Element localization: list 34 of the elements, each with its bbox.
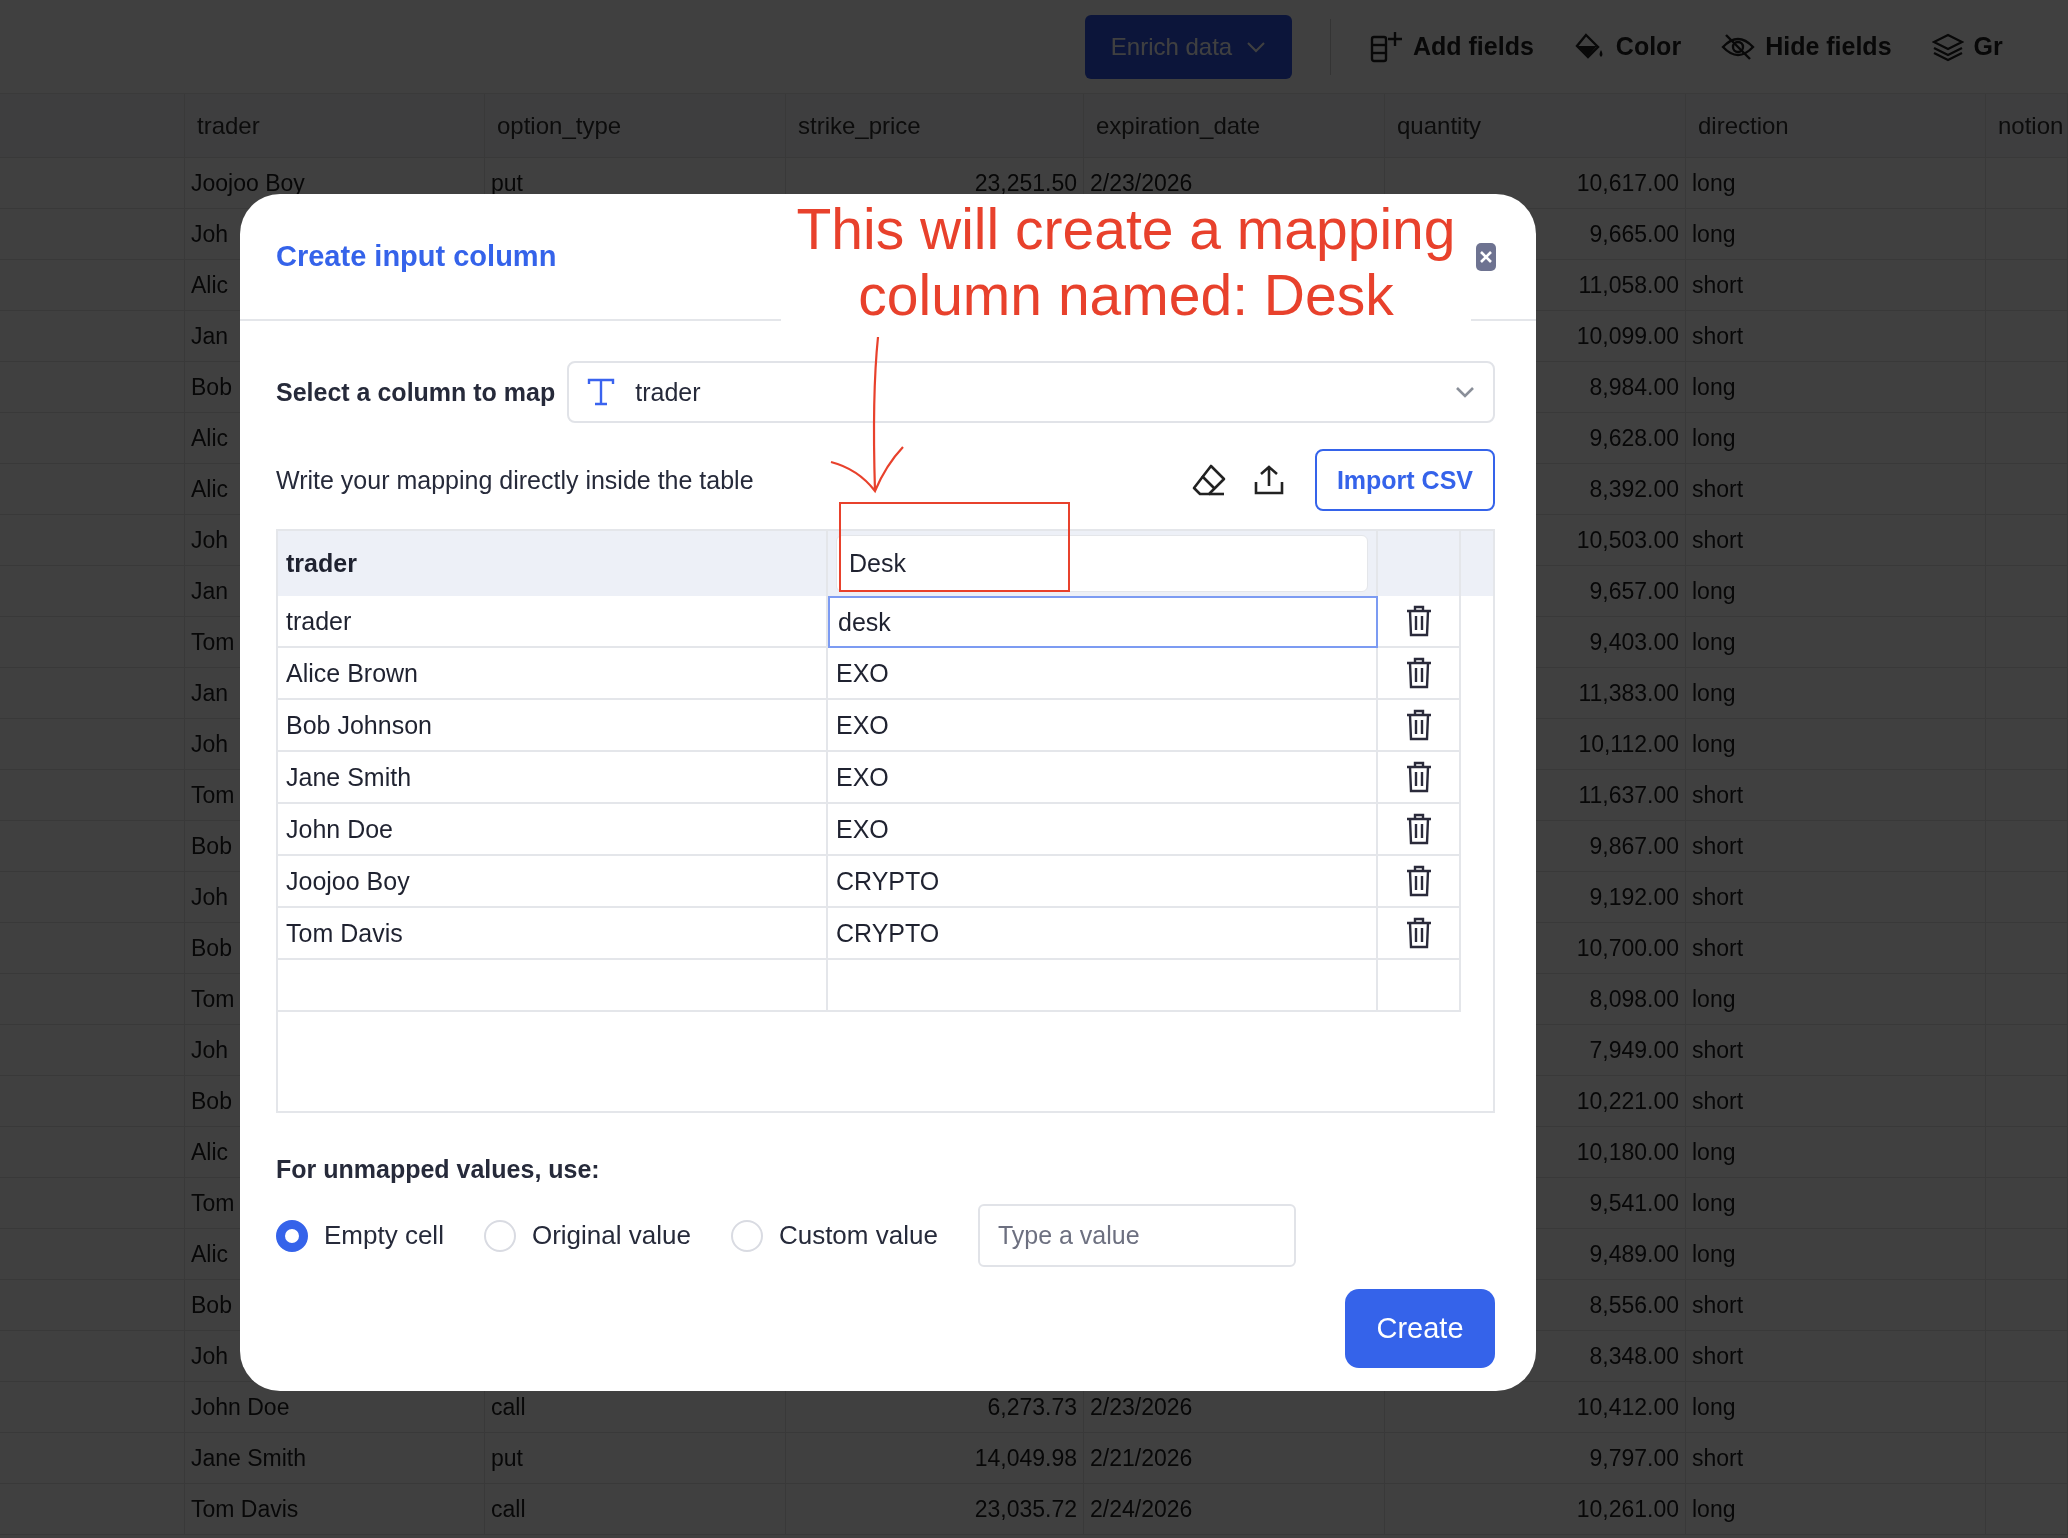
table-cell: Joojoo Boy: [278, 856, 828, 908]
mapping-cell[interactable]: CRYPTO: [828, 908, 1378, 960]
table-cell: Jane Smith: [278, 752, 828, 804]
mapping-cell[interactable]: EXO: [828, 752, 1378, 804]
eraser-icon[interactable]: [1190, 463, 1227, 497]
custom-value-field[interactable]: Type a value: [977, 1204, 1296, 1267]
table-cell: trader: [278, 596, 828, 648]
chevron-down-icon: [1455, 386, 1475, 398]
column-select[interactable]: trader: [567, 361, 1495, 423]
mapping-cell[interactable]: desk: [828, 596, 1378, 648]
table-cell: Bob Johnson: [278, 700, 828, 752]
upload-icon[interactable]: [1252, 464, 1285, 496]
table-cell: Tom Davis: [278, 908, 828, 960]
create-button[interactable]: Create: [1345, 1289, 1495, 1368]
trash-icon[interactable]: [1405, 605, 1432, 637]
mapping-cell[interactable]: CRYPTO: [828, 856, 1378, 908]
trash-icon[interactable]: [1405, 813, 1432, 845]
column-header: trader: [278, 531, 828, 596]
table-cell: John Doe: [278, 804, 828, 856]
mapping-cell[interactable]: EXO: [828, 648, 1378, 700]
table-cell: Alice Brown: [278, 648, 828, 700]
trash-icon[interactable]: [1405, 709, 1432, 741]
trash-icon[interactable]: [1405, 917, 1432, 949]
mapping-cell[interactable]: EXO: [828, 804, 1378, 856]
trash-icon[interactable]: [1405, 657, 1432, 689]
radio-option[interactable]: Custom value: [730, 1219, 938, 1252]
text-type-icon: [587, 377, 616, 407]
mapping-cell[interactable]: EXO: [828, 700, 1378, 752]
close-icon[interactable]: [1476, 242, 1496, 271]
column-name-field[interactable]: Desk: [836, 535, 1368, 592]
radio-option[interactable]: Original value: [483, 1219, 691, 1252]
trash-icon[interactable]: [1405, 865, 1432, 897]
trash-icon[interactable]: [1405, 761, 1432, 793]
import-csv-button[interactable]: Import CSV: [1314, 449, 1495, 511]
